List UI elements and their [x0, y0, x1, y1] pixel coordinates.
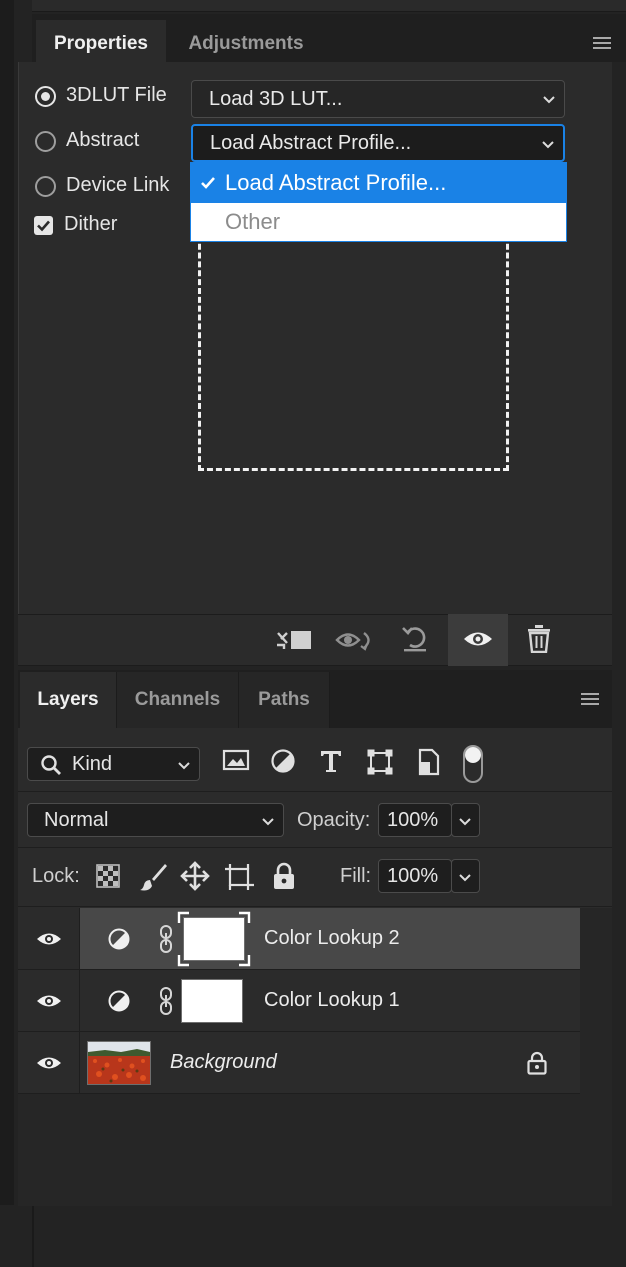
- chevron-down-icon: [178, 762, 190, 770]
- layer-visibility-toggle[interactable]: [18, 970, 80, 1031]
- option-label-device-link: Device Link: [66, 174, 170, 196]
- image-filter-icon[interactable]: [222, 748, 250, 772]
- tab-paths[interactable]: Paths: [238, 672, 330, 728]
- properties-footer-bar: [18, 614, 612, 666]
- check-icon: [201, 177, 215, 189]
- load-abstract-profile-dropdown[interactable]: Load Abstract Profile...: [191, 124, 565, 162]
- eye-icon: [37, 933, 61, 945]
- tab-adjustments[interactable]: Adjustments: [170, 20, 322, 62]
- menu-item-other[interactable]: Other: [191, 203, 566, 241]
- checkmark-icon: [37, 220, 50, 232]
- blend-mode-value: Normal: [44, 809, 109, 831]
- workspace-bottom: [14, 1206, 626, 1267]
- chevron-down-icon: [543, 96, 555, 104]
- opacity-slider-button[interactable]: [451, 803, 480, 837]
- dither-checkbox[interactable]: [34, 216, 53, 235]
- layer-visibility-toggle[interactable]: [18, 1032, 80, 1093]
- abstract-profile-dropdown-list: Load Abstract Profile... Other: [190, 162, 567, 242]
- upper-panel-strip: [32, 0, 626, 12]
- fill-label: Fill:: [340, 865, 372, 887]
- load-abstract-profile-value: Load Abstract Profile...: [210, 132, 412, 154]
- adjustment-filter-icon[interactable]: [270, 748, 296, 774]
- lock-position-icon[interactable]: [180, 861, 210, 891]
- visibility-eye-icon[interactable]: [462, 628, 494, 650]
- adjustment-layer-icon: [108, 990, 130, 1012]
- chevron-down-icon: [459, 818, 471, 826]
- menu-item-label: Load Abstract Profile...: [225, 170, 447, 195]
- chain-link-icon[interactable]: [157, 924, 175, 954]
- option-label-3dlut-file: 3DLUT File: [66, 84, 167, 106]
- divider: [18, 791, 612, 792]
- layers-scroll-track[interactable]: [580, 908, 612, 1206]
- lock-all-icon[interactable]: [272, 862, 296, 890]
- fill-input[interactable]: 100%: [378, 859, 452, 893]
- opacity-input[interactable]: 100%: [378, 803, 452, 837]
- panel-menu-icon[interactable]: [579, 691, 601, 707]
- tab-properties[interactable]: Properties: [36, 20, 166, 62]
- layer-mask-thumbnail[interactable]: [181, 979, 243, 1023]
- background-image-thumbnail[interactable]: [87, 1041, 151, 1085]
- option-label-abstract: Abstract: [66, 129, 140, 151]
- lock-label: Lock:: [32, 865, 80, 887]
- eye-icon: [37, 995, 61, 1007]
- layer-name: Background: [170, 1051, 277, 1073]
- chevron-down-icon: [542, 141, 554, 149]
- opacity-label: Opacity:: [297, 809, 371, 831]
- layer-lock-icon[interactable]: [526, 1051, 548, 1075]
- menu-item-label: Other: [225, 209, 281, 234]
- eye-icon: [37, 1057, 61, 1069]
- shape-filter-icon[interactable]: [366, 748, 394, 776]
- lut-preview-area: [198, 226, 509, 471]
- tab-layers[interactable]: Layers: [20, 672, 116, 728]
- type-filter-icon[interactable]: [318, 748, 344, 774]
- lock-transparent-pixels-icon[interactable]: [96, 864, 120, 888]
- left-panel-edge: [0, 0, 14, 1205]
- chevron-down-icon: [459, 874, 471, 882]
- radio-device-link[interactable]: [35, 176, 56, 197]
- adjustment-layer-icon: [108, 928, 130, 950]
- panel-divider: [32, 1206, 34, 1267]
- radio-abstract[interactable]: [35, 131, 56, 152]
- lock-image-pixels-icon[interactable]: [139, 862, 169, 892]
- smart-object-filter-icon[interactable]: [416, 748, 442, 776]
- load-3d-lut-value: Load 3D LUT...: [209, 88, 343, 110]
- blend-mode-dropdown[interactable]: Normal: [27, 803, 284, 837]
- layer-row-background[interactable]: Background: [18, 1032, 580, 1094]
- fill-slider-button[interactable]: [451, 859, 480, 893]
- panel-menu-icon[interactable]: [591, 35, 613, 51]
- clip-to-layer-icon[interactable]: [275, 627, 313, 653]
- lock-artboard-icon[interactable]: [224, 862, 256, 892]
- layer-row-color-lookup-2[interactable]: Color Lookup 2: [18, 908, 580, 970]
- divider: [18, 847, 612, 848]
- layer-name: Color Lookup 2: [264, 927, 400, 949]
- menu-item-load-abstract-profile[interactable]: Load Abstract Profile...: [191, 163, 566, 203]
- filter-kind-dropdown[interactable]: Kind: [27, 747, 200, 781]
- view-previous-state-icon[interactable]: [334, 626, 376, 654]
- filter-kind-label: Kind: [72, 753, 113, 775]
- layer-visibility-toggle[interactable]: [18, 908, 80, 969]
- layer-list: Color Lookup 2 Color Lookup 1 Background: [18, 908, 580, 1094]
- chain-link-icon[interactable]: [157, 986, 175, 1016]
- filter-toggle-icon[interactable]: [462, 744, 484, 784]
- mask-selected-brackets: [177, 911, 251, 967]
- layers-empty-area: [18, 1094, 580, 1206]
- chevron-down-icon: [262, 818, 274, 826]
- divider: [18, 906, 612, 907]
- load-3d-lut-dropdown[interactable]: Load 3D LUT...: [191, 80, 565, 118]
- trash-icon[interactable]: [527, 625, 551, 653]
- layer-row-color-lookup-1[interactable]: Color Lookup 1: [18, 970, 580, 1032]
- dither-label: Dither: [64, 213, 118, 235]
- radio-3dlut-file[interactable]: [35, 86, 56, 107]
- search-icon: [41, 755, 61, 775]
- tab-channels[interactable]: Channels: [116, 672, 238, 728]
- layer-name: Color Lookup 1: [264, 989, 400, 1011]
- reset-icon[interactable]: [400, 624, 432, 654]
